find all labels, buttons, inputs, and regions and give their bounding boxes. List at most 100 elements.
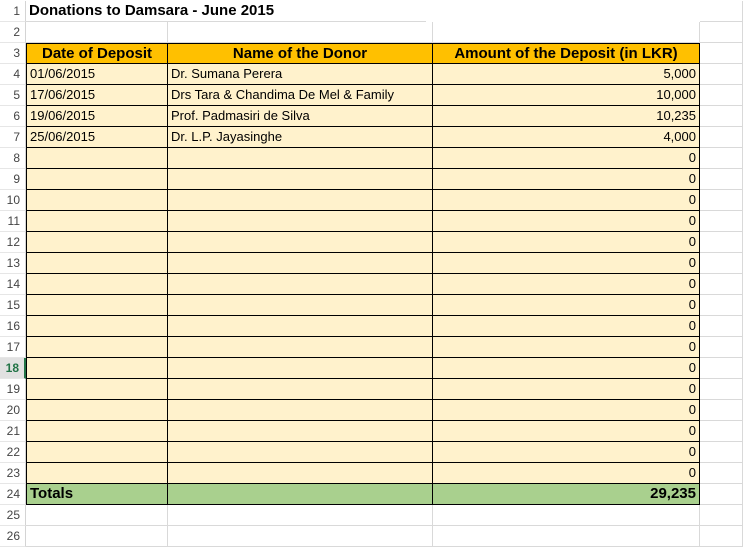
donor-name-cell[interactable] [168,400,433,421]
date-cell[interactable]: 17/06/2015 [26,85,168,106]
amount-cell[interactable]: 0 [433,421,700,442]
amount-cell[interactable]: 0 [433,400,700,421]
donor-name-cell[interactable]: Dr. Sumana Perera [168,64,433,85]
date-cell[interactable]: 01/06/2015 [26,64,168,85]
empty-cell[interactable] [168,22,433,43]
date-cell[interactable] [26,400,168,421]
amount-cell[interactable]: 0 [433,190,700,211]
empty-cell[interactable] [700,85,743,106]
empty-cell[interactable] [700,526,743,547]
empty-cell[interactable] [700,253,743,274]
amount-cell[interactable]: 0 [433,211,700,232]
row-number[interactable]: 5 [0,85,26,106]
empty-cell[interactable] [700,316,743,337]
totals-blank-cell[interactable] [168,484,433,505]
donor-name-cell[interactable] [168,232,433,253]
row-number[interactable]: 23 [0,463,26,484]
amount-cell[interactable]: 0 [433,232,700,253]
amount-cell[interactable]: 0 [433,295,700,316]
empty-cell[interactable] [700,1,743,22]
donor-name-cell[interactable] [168,421,433,442]
date-cell[interactable] [26,316,168,337]
empty-cell[interactable] [700,64,743,85]
empty-cell[interactable] [700,505,743,526]
column-header[interactable]: Amount of the Deposit (in LKR) [433,43,700,64]
date-cell[interactable] [26,337,168,358]
amount-cell[interactable]: 0 [433,169,700,190]
empty-cell[interactable] [26,526,168,547]
donor-name-cell[interactable] [168,253,433,274]
empty-cell[interactable] [433,22,700,43]
donor-name-cell[interactable] [168,211,433,232]
amount-cell[interactable]: 0 [433,274,700,295]
amount-cell[interactable]: 0 [433,463,700,484]
row-number[interactable]: 15 [0,295,26,316]
donor-name-cell[interactable] [168,295,433,316]
row-number[interactable]: 17 [0,337,26,358]
row-number[interactable]: 21 [0,421,26,442]
amount-cell[interactable]: 0 [433,316,700,337]
row-number[interactable]: 9 [0,169,26,190]
column-header[interactable]: Name of the Donor [168,43,433,64]
date-cell[interactable] [26,358,168,379]
date-cell[interactable] [26,274,168,295]
empty-cell[interactable] [433,526,700,547]
donor-name-cell[interactable]: Dr. L.P. Jayasinghe [168,127,433,148]
empty-cell[interactable] [26,22,168,43]
amount-cell[interactable]: 0 [433,442,700,463]
empty-cell[interactable] [433,505,700,526]
row-number[interactable]: 1 [0,1,26,22]
date-cell[interactable] [26,232,168,253]
donor-name-cell[interactable] [168,316,433,337]
donor-name-cell[interactable] [168,358,433,379]
row-number[interactable]: 13 [0,253,26,274]
row-number[interactable]: 7 [0,127,26,148]
row-number[interactable]: 26 [0,526,26,547]
row-number[interactable]: 22 [0,442,26,463]
row-number[interactable]: 11 [0,211,26,232]
donor-name-cell[interactable]: Prof. Padmasiri de Silva [168,106,433,127]
empty-cell[interactable] [700,337,743,358]
amount-cell[interactable]: 0 [433,148,700,169]
date-cell[interactable]: 25/06/2015 [26,127,168,148]
donor-name-cell[interactable]: Drs Tara & Chandima De Mel & Family [168,85,433,106]
donor-name-cell[interactable] [168,274,433,295]
row-number[interactable]: 25 [0,505,26,526]
empty-cell[interactable] [700,169,743,190]
date-cell[interactable] [26,253,168,274]
empty-cell[interactable] [700,232,743,253]
empty-cell[interactable] [168,505,433,526]
amount-cell[interactable]: 4,000 [433,127,700,148]
empty-cell[interactable] [700,190,743,211]
donor-name-cell[interactable] [168,379,433,400]
date-cell[interactable] [26,211,168,232]
sheet-title[interactable]: Donations to Damsara - June 2015 [26,1,426,22]
date-cell[interactable] [26,169,168,190]
amount-cell[interactable]: 0 [433,253,700,274]
empty-cell[interactable] [700,274,743,295]
amount-cell[interactable]: 0 [433,358,700,379]
amount-cell[interactable]: 10,000 [433,85,700,106]
empty-cell[interactable] [700,463,743,484]
empty-cell[interactable] [700,106,743,127]
row-number[interactable]: 14 [0,274,26,295]
date-cell[interactable] [26,295,168,316]
row-number[interactable]: 8 [0,148,26,169]
row-number[interactable]: 12 [0,232,26,253]
empty-cell[interactable] [700,421,743,442]
spreadsheet-grid[interactable]: 1 Donations to Damsara - June 2015 2 3 Date … [0,0,743,549]
date-cell[interactable] [26,190,168,211]
empty-cell[interactable] [700,22,743,43]
row-number[interactable]: 4 [0,64,26,85]
amount-cell[interactable]: 5,000 [433,64,700,85]
empty-cell[interactable] [700,484,743,505]
empty-cell[interactable] [700,379,743,400]
donor-name-cell[interactable] [168,337,433,358]
donor-name-cell[interactable] [168,190,433,211]
empty-cell[interactable] [700,211,743,232]
row-number[interactable]: 24 [0,484,26,505]
date-cell[interactable] [26,421,168,442]
date-cell[interactable] [26,148,168,169]
donor-name-cell[interactable] [168,169,433,190]
row-number[interactable]: 3 [0,43,26,64]
